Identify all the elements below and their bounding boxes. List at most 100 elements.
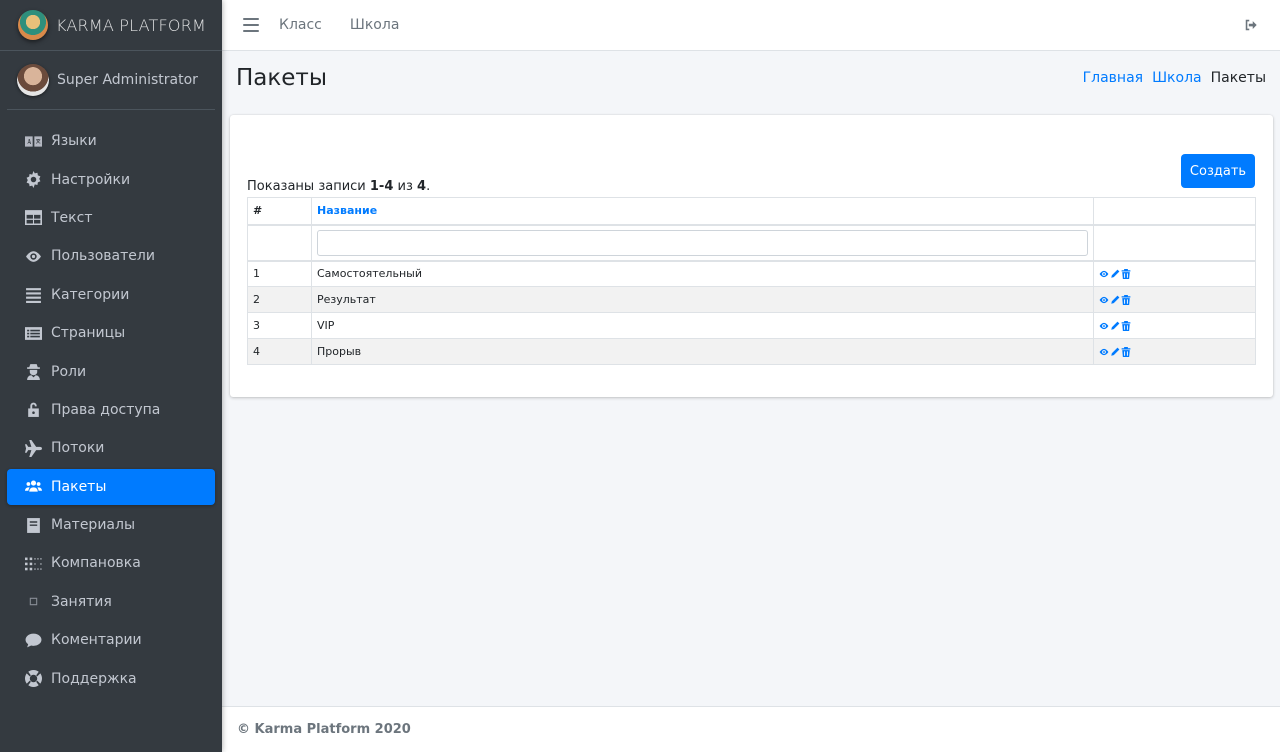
book-icon	[23, 517, 43, 533]
edit-icon[interactable]	[1110, 321, 1120, 331]
row-actions	[1093, 286, 1256, 313]
logout-icon[interactable]	[1244, 18, 1258, 32]
breadcrumb-home[interactable]: Главная	[1083, 70, 1143, 86]
sidebar-item-layout[interactable]: Компановка	[7, 545, 215, 581]
brand-name: KARMA PLATFORM	[56, 15, 207, 35]
footer: © Karma Platform 2020	[222, 706, 1280, 752]
records-summary: Показаны записи 1-4 из 4.	[247, 179, 430, 194]
sidebar-item-label: Поддержка	[51, 670, 137, 687]
sidebar-item-comments[interactable]: Коментарии	[7, 622, 215, 658]
edit-icon[interactable]	[1110, 269, 1120, 279]
user-name[interactable]: Super Administrator	[57, 72, 198, 88]
sidebar: KARMA PLATFORM Super Administrator Языки…	[0, 0, 222, 752]
users-icon	[23, 479, 43, 495]
edit-icon[interactable]	[1110, 295, 1120, 305]
sidebar-item-permissions[interactable]: Права доступа	[7, 392, 215, 428]
create-button[interactable]: Создать	[1181, 154, 1255, 188]
life-ring-icon	[23, 670, 43, 688]
sidebar-item-label: Роли	[51, 363, 87, 380]
delete-icon[interactable]	[1121, 294, 1131, 305]
table-row: 2 Результат	[247, 286, 1256, 313]
table-icon	[23, 210, 43, 226]
menu-toggle-icon[interactable]	[243, 18, 259, 32]
sidebar-item-languages[interactable]: Языки	[7, 123, 215, 159]
view-icon[interactable]	[1099, 347, 1109, 357]
sidebar-item-label: Текст	[51, 209, 93, 226]
comment-icon	[23, 632, 43, 648]
edit-icon[interactable]	[1110, 347, 1120, 357]
list-icon	[23, 287, 43, 304]
list-alt-icon	[23, 325, 43, 341]
sidebar-item-materials[interactable]: Материалы	[7, 507, 215, 543]
nav-link-school[interactable]: Школа	[350, 17, 400, 33]
plane-icon	[23, 439, 43, 457]
view-icon[interactable]	[1099, 295, 1109, 305]
sidebar-item-label: Пользователи	[51, 248, 155, 265]
column-header-num: #	[247, 197, 312, 225]
square-outline-icon	[23, 594, 43, 610]
sidebar-item-users[interactable]: Пользователи	[7, 238, 215, 274]
row-name: Результат	[311, 286, 1094, 313]
sidebar-item-label: Настройки	[51, 171, 131, 188]
sidebar-item-support[interactable]: Поддержка	[7, 660, 215, 696]
sidebar-item-label: Категории	[51, 286, 130, 303]
breadcrumb-current: Пакеты	[1210, 70, 1266, 86]
delete-icon[interactable]	[1121, 346, 1131, 357]
breadcrumb-school[interactable]: Школа	[1152, 70, 1202, 86]
row-num: 1	[247, 260, 312, 287]
sidebar-item-packages[interactable]: Пакеты	[7, 468, 215, 505]
sort-name-link[interactable]: Название	[317, 204, 377, 217]
grid-dots-icon	[23, 555, 43, 571]
packages-table: # Название 1 Самостоятельный 2 Результат…	[247, 197, 1256, 365]
brand-logo	[18, 10, 48, 40]
filter-cell-actions	[1093, 223, 1256, 262]
sidebar-item-label: Материалы	[51, 517, 135, 534]
user-secret-icon	[23, 364, 43, 381]
row-num: 4	[247, 338, 312, 365]
summary-range: 1-4	[369, 179, 394, 194]
brand-link[interactable]: KARMA PLATFORM	[0, 0, 222, 51]
view-icon[interactable]	[1099, 269, 1109, 279]
breadcrumb: Главная Школа Пакеты	[1083, 70, 1266, 86]
summary-total: 4	[417, 179, 427, 194]
filter-cell-name	[311, 223, 1094, 262]
delete-icon[interactable]	[1121, 320, 1131, 331]
sidebar-item-label: Занятия	[51, 593, 112, 610]
language-icon	[23, 133, 43, 149]
gear-icon	[23, 171, 43, 189]
row-actions	[1093, 260, 1256, 287]
sidebar-item-text[interactable]: Текст	[7, 200, 215, 236]
sidebar-item-categories[interactable]: Категории	[7, 277, 215, 313]
sidebar-item-lessons[interactable]: Занятия	[7, 584, 215, 620]
eye-icon	[23, 248, 43, 264]
sidebar-item-settings[interactable]: Настройки	[7, 161, 215, 197]
user-panel[interactable]: Super Administrator	[7, 51, 215, 110]
view-icon[interactable]	[1099, 321, 1109, 331]
avatar	[17, 64, 49, 96]
sidebar-item-label: Страницы	[51, 325, 126, 342]
sidebar-item-pages[interactable]: Страницы	[7, 315, 215, 351]
sidebar-item-label: Права доступа	[51, 401, 161, 418]
page-title: Пакеты	[236, 65, 327, 91]
table-row: 4 Прорыв	[247, 338, 1256, 365]
name-filter-input[interactable]	[317, 229, 1088, 256]
filter-cell-num	[247, 223, 312, 262]
summary-prefix: Показаны записи	[247, 179, 370, 194]
row-num: 3	[247, 312, 312, 339]
sidebar-item-label: Пакеты	[51, 478, 107, 495]
sidebar-item-roles[interactable]: Роли	[7, 353, 215, 389]
sidebar-nav: Языки Настройки Текст Пользователи Катег…	[0, 110, 222, 697]
sidebar-item-label: Потоки	[51, 440, 105, 457]
summary-of: из	[393, 179, 418, 194]
delete-icon[interactable]	[1121, 268, 1131, 279]
column-header-name: Название	[311, 197, 1094, 225]
row-name: VIP	[311, 312, 1094, 339]
footer-copyright: © Karma Platform 2020	[237, 722, 411, 737]
packages-card: Создать Показаны записи 1-4 из 4. # Назв…	[230, 115, 1273, 397]
nav-link-class[interactable]: Класс	[279, 17, 322, 33]
sidebar-item-label: Языки	[51, 133, 97, 150]
summary-suffix: .	[426, 179, 431, 194]
row-actions	[1093, 338, 1256, 365]
sidebar-item-streams[interactable]: Потоки	[7, 430, 215, 466]
table-row: 3 VIP	[247, 312, 1256, 339]
